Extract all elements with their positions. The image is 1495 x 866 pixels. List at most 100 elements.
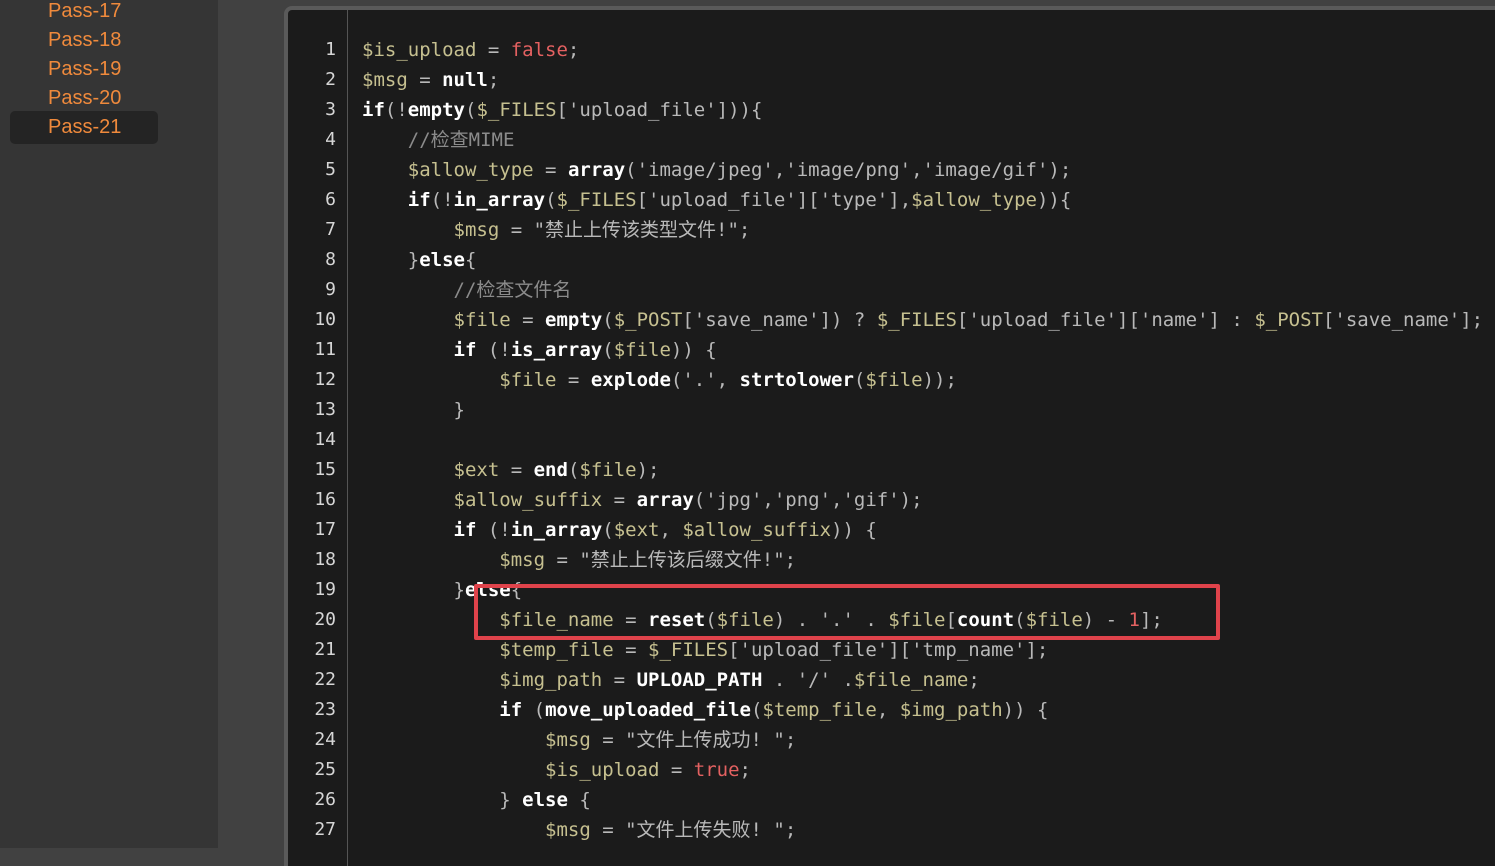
sidebar-item-pass-21[interactable]: Pass-21 [10,111,158,144]
code-token: = [556,369,591,391]
code-line: }else{ [362,575,523,605]
code-token: )) [1036,189,1060,211]
code-token: array [567,159,626,181]
code-token: = [602,489,637,511]
code-token: $is_upload [362,39,477,61]
line-number: 12 [314,369,336,390]
code-token: empty [545,309,603,331]
code-token: $file [865,369,923,391]
line-number: 24 [314,729,336,750]
code-token: } [362,579,465,601]
line-number-gutter: 1 2 3 4 5 6 7 8 9 10 11 12 13 14 15 16 17 18 19 20 21 22 23 24 2… [288,10,348,866]
code-token: empty [407,99,465,121]
code-token: = "禁止上传该后缀文件!"; [545,549,797,571]
line-number: 11 [314,339,336,360]
code-token: if [453,339,477,361]
code-token: ; [968,669,980,691]
code-token: ['upload_file']['name'] : [956,309,1255,331]
code-token: $temp_file [762,699,877,721]
code-token: //检查文件名 [453,279,572,301]
line-number: 3 [325,99,336,120]
code-token: $_FILES [556,189,637,211]
code-token: $msg [453,219,500,241]
line-number: 1 [325,39,336,60]
line-number: 7 [325,219,336,240]
code-token: = [510,309,546,331]
code-token: = [407,69,443,91]
code-token: = [659,759,694,781]
code-token: if [499,699,523,721]
code-token: $allow_suffix [682,519,832,541]
code-line: $is_upload = false; [362,35,579,65]
code-token: ( [545,189,557,211]
code-token: ( [567,459,580,481]
code-token: = [602,669,637,691]
code-token: ['save_name']; [1322,309,1484,331]
code-token: )); [922,369,957,391]
code-token: $file [888,609,946,631]
code-token: $img_path [499,669,603,691]
code-token: $_FILES [476,99,557,121]
code-token: ( [522,699,546,721]
code-line: if(!in_array($_FILES['upload_file']['typ… [362,185,1072,215]
code-token: $file [613,339,671,361]
code-token: (! [384,99,408,121]
code-token: $allow_type [911,189,1037,211]
code-token: ( [602,309,614,331]
code-token: = [613,609,648,631]
code-token: , [659,519,683,541]
code-line: $is_upload = true; [362,755,751,785]
code-token: ( [602,339,614,361]
code-token: ['upload_file'])){ [556,99,763,121]
code-line: $msg = "禁止上传该后缀文件!"; [362,545,796,575]
code-line: } else { [362,785,591,815]
code-token: $allow_type [407,159,534,181]
code-token: , [876,699,900,721]
line-number: 26 [314,789,336,810]
code-token: ]; [1139,609,1163,631]
line-number: 5 [325,159,336,180]
line-number: 14 [314,429,336,450]
line-number: 23 [314,699,336,720]
code-token: { [567,789,591,811]
line-number: 10 [314,309,336,330]
line-number: 20 [314,609,336,630]
code-token: reset [648,609,706,631]
code-token: = [613,639,648,661]
code-line: } [362,395,465,425]
code-line: $file = explode('.', strtolower($file)); [362,365,957,395]
code-token: $_POST [613,309,683,331]
code-token: ; [567,39,580,61]
code-viewer[interactable]: 1 2 3 4 5 6 7 8 9 10 11 12 13 14 15 16 17 18 19 20 21 22 23 24 2… [284,6,1495,866]
code-line: $allow_type = array('image/jpeg','image/… [362,155,1072,185]
code-token: (! [476,519,511,541]
code-token: null [442,69,488,91]
code-token: else [522,789,568,811]
code-token: )) { [670,339,717,361]
code-token: move_uploaded_file [545,699,751,721]
code-token: = "禁止上传该类型文件!"; [499,219,751,241]
code-token: ( [750,699,763,721]
line-number: 6 [325,189,336,210]
line-number: 27 [314,819,336,840]
code-token: [ [945,609,957,631]
code-token: ( [1014,609,1026,631]
code-token: ) . '.' . [773,609,889,631]
code-line: if (!is_array($file)) { [362,335,717,365]
code-token: array [636,489,694,511]
code-token: ('jpg','png','gif'); [693,489,923,511]
code-token: $allow_suffix [453,489,603,511]
code-token: $msg [362,69,408,91]
code-token: $file [499,369,557,391]
code-token: explode [590,369,671,391]
code-token: ('image/jpeg','image/png','image/gif'); [625,159,1072,181]
